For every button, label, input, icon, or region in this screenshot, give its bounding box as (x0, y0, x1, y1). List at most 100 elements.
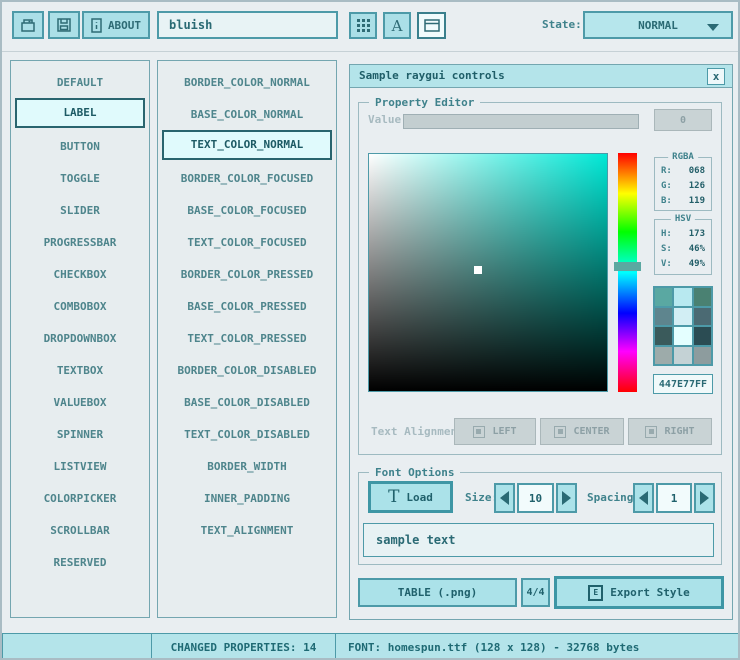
color-swatch[interactable] (694, 347, 711, 365)
export-icon: E (588, 585, 603, 601)
size-decrement-button[interactable] (494, 483, 515, 513)
page-indicator-box[interactable]: 4/4 (521, 578, 550, 607)
property-list-item[interactable]: BASE_COLOR_NORMAL (162, 98, 332, 128)
property-list-item[interactable]: INNER_PADDING (162, 482, 332, 512)
property-list-item-selected[interactable]: TEXT_COLOR_NORMAL (162, 130, 332, 160)
color-swatch[interactable] (694, 327, 711, 345)
control-list-item[interactable]: COMBOBOX (15, 290, 145, 320)
save-icon (56, 17, 72, 33)
page-indicator: 4/4 (526, 587, 544, 598)
size-value-box[interactable]: 10 (517, 483, 554, 513)
window-title-bar[interactable]: Sample raygui controls (350, 65, 732, 88)
spacing-increment-button[interactable] (694, 483, 715, 513)
save-style-button[interactable] (48, 11, 80, 39)
color-swatch[interactable] (674, 347, 691, 365)
arrow-right-icon (562, 491, 571, 505)
property-list-item[interactable]: BORDER_WIDTH (162, 450, 332, 480)
toolbar-divider (2, 51, 738, 52)
window-close-button[interactable]: x (707, 68, 725, 85)
property-list-item[interactable]: BORDER_COLOR_DISABLED (162, 354, 332, 384)
align-left-button[interactable]: LEFT (454, 418, 536, 445)
color-swatch[interactable] (674, 308, 691, 326)
style-name-input[interactable] (157, 11, 338, 39)
close-icon: x (713, 70, 720, 83)
property-list-item[interactable]: TEXT_COLOR_FOCUSED (162, 226, 332, 256)
control-list-item[interactable]: COLORPICKER (15, 482, 145, 512)
color-swatch[interactable] (694, 308, 711, 326)
control-list-item[interactable]: TOGGLE (15, 162, 145, 192)
b-value: 119 (689, 194, 705, 209)
control-list-item[interactable]: SLIDER (15, 194, 145, 224)
align-center-label: CENTER (573, 426, 609, 437)
hex-value: 447E77FF (659, 379, 707, 390)
color-swatch[interactable] (694, 288, 711, 306)
color-swatch-grid (653, 286, 713, 366)
align-right-button[interactable]: RIGHT (628, 418, 712, 445)
color-swatch[interactable] (674, 327, 691, 345)
h-label: H: (661, 227, 672, 242)
control-list-item[interactable]: SPINNER (15, 418, 145, 448)
property-list-item[interactable]: BORDER_COLOR_FOCUSED (162, 162, 332, 192)
property-list-item[interactable]: BASE_COLOR_FOCUSED (162, 194, 332, 224)
v-value: 49% (689, 257, 705, 272)
arrow-right-icon (700, 491, 709, 505)
table-export-format-button[interactable]: TABLE (.png) (358, 578, 517, 607)
window-mode-button[interactable] (417, 12, 446, 39)
grid-mode-button[interactable] (349, 12, 377, 39)
property-list-item[interactable]: BORDER_COLOR_PRESSED (162, 258, 332, 288)
color-saturation-value-picker[interactable] (368, 153, 608, 392)
control-list-item[interactable]: CHECKBOX (15, 258, 145, 288)
color-swatch[interactable] (655, 327, 672, 345)
property-list-item[interactable]: TEXT_COLOR_PRESSED (162, 322, 332, 352)
status-font-info: FONT: homespun.ttf (128 x 128) - 32768 b… (335, 633, 740, 660)
value-button-label: 0 (680, 115, 686, 126)
sample-text-box[interactable]: sample text (363, 523, 714, 557)
control-list-item[interactable]: RESERVED (15, 546, 145, 576)
font-load-button[interactable]: T Load (368, 481, 453, 513)
window-icon (424, 19, 440, 32)
value-button[interactable]: 0 (654, 109, 712, 131)
property-list-item[interactable]: BASE_COLOR_PRESSED (162, 290, 332, 320)
property-editor-group-label: Property Editor (369, 96, 480, 109)
state-dropdown[interactable]: NORMAL (583, 11, 733, 39)
control-list-item-selected[interactable]: LABEL (15, 98, 145, 128)
control-list-item[interactable]: PROGRESSBAR (15, 226, 145, 256)
control-list-item[interactable]: LISTVIEW (15, 450, 145, 480)
size-increment-button[interactable] (556, 483, 577, 513)
font-t-icon: T (388, 487, 399, 507)
color-swatch[interactable] (655, 308, 672, 326)
color-swatch[interactable] (655, 347, 672, 365)
s-label: S: (661, 242, 672, 257)
h-value: 173 (689, 227, 705, 242)
property-list-item[interactable]: BORDER_COLOR_NORMAL (162, 66, 332, 96)
open-style-button[interactable] (12, 11, 44, 39)
spacing-value-box[interactable]: 1 (656, 483, 692, 513)
value-slider[interactable] (403, 114, 639, 129)
controls-list-panel: DEFAULTLABELBUTTONTOGGLESLIDERPROGRESSBA… (10, 60, 150, 618)
hsv-row-v: V: 49% (655, 257, 711, 272)
align-left-label: LEFT (492, 426, 516, 437)
control-list-item[interactable]: VALUEBOX (15, 386, 145, 416)
hue-slider-handle[interactable] (614, 262, 641, 271)
control-list-item[interactable]: DROPDOWNBOX (15, 322, 145, 352)
r-value: 068 (689, 164, 705, 179)
hsv-row-h: H: 173 (655, 227, 711, 242)
about-button-label: ABOUT (108, 19, 141, 32)
control-list-item[interactable]: TEXTBOX (15, 354, 145, 384)
about-button[interactable]: ABOUT (82, 11, 150, 39)
property-list-item[interactable]: TEXT_COLOR_DISABLED (162, 418, 332, 448)
control-list-item[interactable]: DEFAULT (15, 66, 145, 96)
font-mode-button[interactable]: A (383, 12, 411, 39)
color-swatch[interactable] (655, 288, 672, 306)
hue-slider[interactable] (618, 153, 637, 392)
color-picker-cursor[interactable] (474, 266, 482, 274)
hex-value-box[interactable]: 447E77FF (653, 374, 713, 394)
control-list-item[interactable]: BUTTON (15, 130, 145, 160)
align-center-button[interactable]: CENTER (540, 418, 624, 445)
export-style-button[interactable]: E Export Style (554, 576, 724, 609)
color-swatch[interactable] (674, 288, 691, 306)
property-list-item[interactable]: TEXT_ALIGNMENT (162, 514, 332, 544)
property-list-item[interactable]: BASE_COLOR_DISABLED (162, 386, 332, 416)
control-list-item[interactable]: SCROLLBAR (15, 514, 145, 544)
spacing-decrement-button[interactable] (633, 483, 654, 513)
